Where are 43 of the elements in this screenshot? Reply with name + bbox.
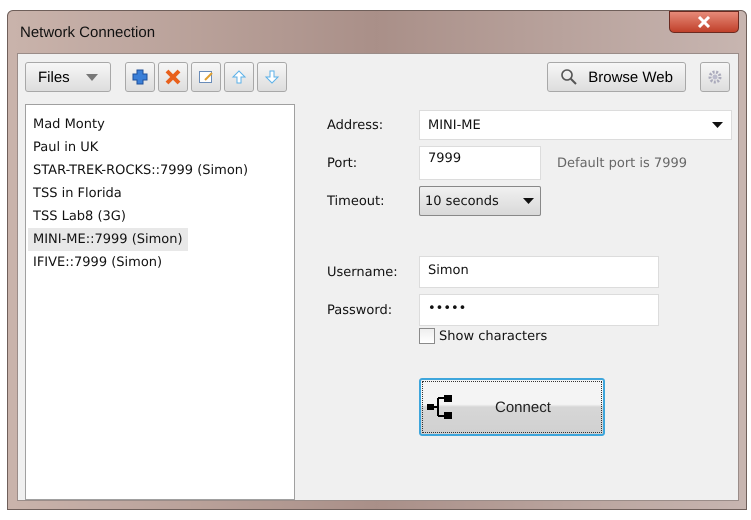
connect-button[interactable]: Connect — [419, 378, 605, 436]
connection-item[interactable]: Paul in UK — [28, 136, 104, 159]
show-characters-label: Show characters — [439, 328, 548, 344]
plus-icon — [132, 69, 148, 85]
connection-item[interactable]: IFIVE::7999 (Simon) — [28, 251, 168, 274]
password-label: Password: — [327, 302, 394, 318]
timeout-dropdown[interactable]: 10 seconds — [419, 186, 541, 216]
settings-button[interactable] — [700, 62, 730, 92]
edit-button[interactable] — [191, 62, 221, 92]
port-field[interactable]: 7999 — [419, 146, 541, 180]
address-combobox[interactable]: MINI-ME — [419, 110, 732, 140]
search-icon — [560, 68, 578, 86]
timeout-label: Timeout: — [327, 194, 386, 208]
close-icon — [697, 16, 711, 28]
caret-icon — [86, 74, 98, 80]
port-label: Port: — [327, 156, 358, 170]
connection-item[interactable]: TSS in Florida — [28, 182, 127, 205]
show-characters-checkbox[interactable] — [419, 328, 435, 344]
connection-item[interactable]: TSS Lab8 (3G) — [28, 205, 131, 228]
window-title: Network Connection — [19, 24, 156, 40]
connection-item[interactable]: Mad Monty — [28, 113, 110, 136]
move-up-button[interactable] — [224, 62, 254, 92]
password-field[interactable]: ••••• — [419, 294, 659, 326]
connection-item[interactable]: MINI-ME::7999 (Simon) — [28, 228, 188, 251]
cross-icon — [165, 69, 181, 85]
close-button[interactable] — [669, 11, 739, 33]
delete-button[interactable] — [158, 62, 188, 92]
add-button[interactable] — [125, 62, 155, 92]
network-icon — [427, 394, 453, 420]
note-icon — [198, 69, 214, 85]
up-arrow-icon — [231, 69, 247, 85]
move-down-button[interactable] — [257, 62, 287, 92]
files-menu[interactable]: Files — [25, 62, 111, 92]
caret-icon — [712, 122, 723, 128]
port-hint: Default port is 7999 — [557, 156, 688, 170]
down-arrow-icon — [264, 69, 280, 85]
username-label: Username: — [327, 264, 399, 280]
username-field[interactable]: Simon — [419, 256, 659, 288]
address-label: Address: — [327, 118, 384, 132]
connection-item[interactable]: STAR-TREK-ROCKS::7999 (Simon) — [28, 159, 254, 182]
settings-icon — [707, 69, 723, 85]
browse-web-button[interactable]: Browse Web — [547, 62, 686, 92]
caret-icon — [523, 198, 534, 204]
